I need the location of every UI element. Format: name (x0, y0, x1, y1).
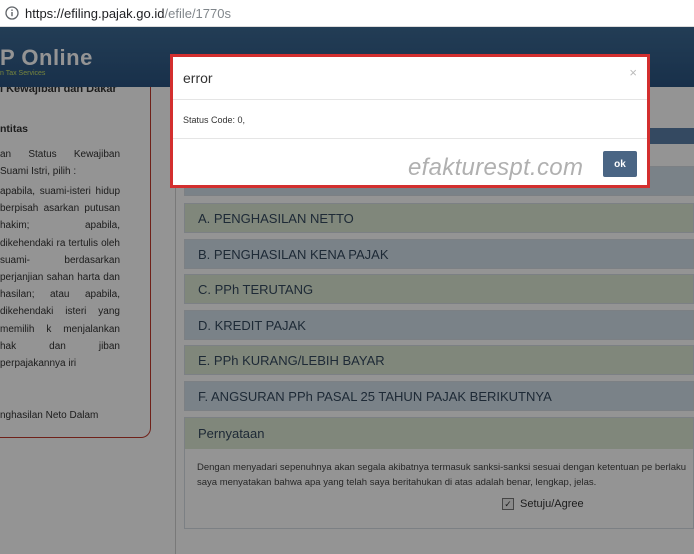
dialog-body: Status Code: 0, (173, 100, 647, 139)
url-host: https://efiling.pajak.go.id (25, 5, 165, 21)
close-icon[interactable]: × (629, 65, 637, 80)
error-dialog: error × Status Code: 0, efakturespt.com … (170, 54, 650, 188)
dialog-header: error × (173, 57, 647, 100)
dialog-title: error (183, 70, 213, 86)
address-bar[interactable]: https://efiling.pajak.go.id/efile/1770s (0, 0, 694, 27)
info-icon[interactable] (5, 6, 19, 20)
error-message: Status Code: 0, (183, 115, 246, 125)
watermark-text: efakturespt.com (408, 154, 584, 181)
url-path: /efile/1770s (164, 5, 231, 21)
ok-button[interactable]: ok (603, 151, 637, 177)
